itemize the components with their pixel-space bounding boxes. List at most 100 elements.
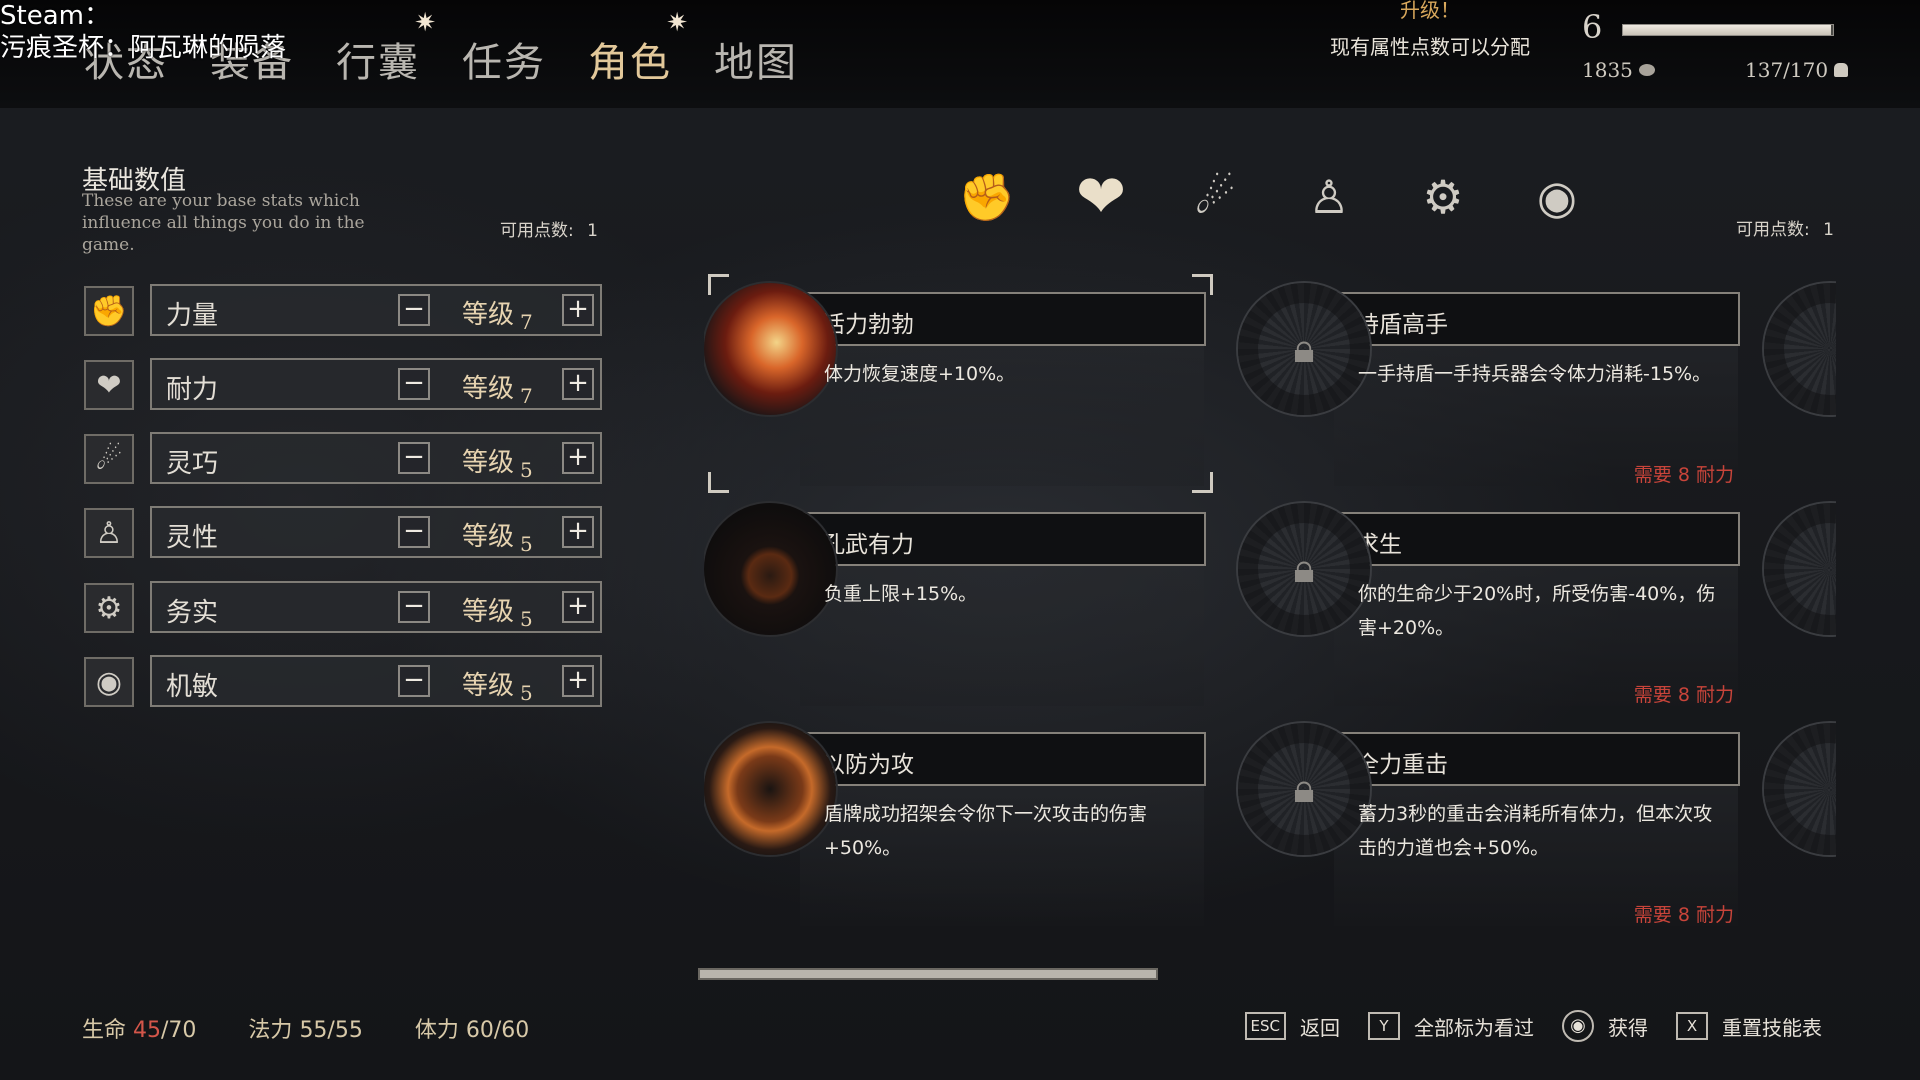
meditate-icon: ♙ <box>84 508 134 558</box>
skill-orb: 🔒︎ <box>1238 283 1370 415</box>
tab-inventory[interactable]: 行囊 ✷ <box>336 8 436 88</box>
stat-decrease-button[interactable]: − <box>398 294 430 326</box>
selection-corner <box>1192 472 1213 493</box>
stat-decrease-button[interactable]: − <box>398 665 430 697</box>
skill-orb <box>704 283 836 415</box>
skill-card[interactable]: 以防为攻 盾牌成功招架会令你下一次攻击的伤害+50%。 <box>704 723 1206 926</box>
stat-increase-button[interactable]: + <box>562 294 594 326</box>
stat-level-value: 7 <box>520 310 533 334</box>
heart-shield-icon[interactable]: ❤ <box>1064 160 1138 234</box>
eye-icon: ◉ <box>84 657 134 707</box>
meditate-icon[interactable]: ♙ <box>1292 160 1366 234</box>
stat-increase-button[interactable]: + <box>562 368 594 400</box>
hint-label[interactable]: 重置技能表 <box>1722 1012 1822 1041</box>
tab-map[interactable]: 地图 <box>714 30 798 88</box>
tab-character[interactable]: 角色 ✷ <box>588 8 688 88</box>
stat-box: 灵性 − 等级 5 + <box>150 506 602 558</box>
skill-header: 活力勃勃 <box>800 292 1206 346</box>
skills-horizontal-scrollbar[interactable] <box>698 968 1158 980</box>
skill-category-row: ✊ ❤ ☄ ♙ ⚙ ◉ <box>950 160 1594 234</box>
stat-name: 灵性 <box>166 523 219 553</box>
lock-icon: 🔒︎ <box>1293 546 1315 592</box>
stat-increase-button[interactable]: + <box>562 442 594 474</box>
stat-box: 机敏 − 等级 5 + <box>150 655 602 707</box>
skill-orb-offscreen <box>1764 503 1836 635</box>
coin-icon <box>1638 64 1655 76</box>
stat-box: 灵巧 − 等级 5 + <box>150 432 602 484</box>
available-points-label: 可用点数: <box>500 221 574 241</box>
stat-level: 等级 7 <box>462 374 533 408</box>
skill-card[interactable]: 孔武有力 负重上限+15%。 <box>704 503 1206 723</box>
stat-level: 等级 5 <box>462 448 533 482</box>
stat-increase-button[interactable]: + <box>562 591 594 623</box>
stat-row: ☄ 灵巧 − 等级 5 + <box>84 432 604 486</box>
hint-label[interactable]: 全部标为看过 <box>1414 1012 1534 1041</box>
skill-header: 全力重击 <box>1334 732 1740 786</box>
gear-icon[interactable]: ⚙ <box>1406 160 1480 234</box>
stat-level: 等级 7 <box>462 300 533 334</box>
skill-card[interactable]: 活力勃勃 体力恢复速度+10%。 <box>704 283 1206 503</box>
stat-level-value: 5 <box>520 681 533 705</box>
stat-increase-button[interactable]: + <box>562 665 594 697</box>
gold-amount: 1835 <box>1582 58 1633 82</box>
stat-row: ✊ 力量 − 等级 7 + <box>84 284 604 338</box>
skill-orb: 🔒︎ <box>1238 723 1370 855</box>
stat-level: 等级 5 <box>462 597 533 631</box>
skill-requirement: 需要 8 耐力 <box>1633 464 1734 486</box>
level-up-message: 现有属性点数可以分配 <box>1330 35 1530 59</box>
skill-card[interactable]: 全力重击 🔒︎ 蓄力3秒的重击会消耗所有体力，但本次攻击的力道也会+50%。需要 8… <box>1238 723 1740 926</box>
skill-name: 活力勃勃 <box>822 312 914 338</box>
selection-corner <box>708 472 729 493</box>
skill-orb-offscreen <box>1764 723 1836 855</box>
xp-bar <box>1622 24 1834 36</box>
skill-description: 蓄力3秒的重击会消耗所有体力，但本次攻击的力道也会+50%。 <box>1358 803 1713 859</box>
lock-icon: 🔒︎ <box>1293 766 1315 812</box>
skill-card[interactable]: 持盾高手 🔒︎ 一手持盾一手持兵器会令体力消耗-15%。 需要 8 耐力 <box>1238 283 1740 503</box>
hp-max: /70 <box>161 1018 197 1043</box>
vitals-bar: 生命 45/70 法力 55/55 体力 60/60 <box>82 1012 529 1044</box>
available-points-label: 可用点数: <box>1736 220 1810 240</box>
skill-header: 孔武有力 <box>800 512 1206 566</box>
stat-level: 等级 5 <box>462 671 533 705</box>
stat-decrease-button[interactable]: − <box>398 591 430 623</box>
base-stats-description: These are your base stats which influenc… <box>82 191 365 255</box>
skill-orb <box>704 723 836 855</box>
stat-decrease-button[interactable]: − <box>398 442 430 474</box>
selection-corner <box>708 274 729 295</box>
acrobat-icon: ☄ <box>84 434 134 484</box>
stat-decrease-button[interactable]: − <box>398 516 430 548</box>
player-level: 6 <box>1582 8 1603 46</box>
steam-overlay: Steam： 污痕圣杯：阿瓦琳的陨落 <box>0 0 286 64</box>
hint-key: X <box>1676 1012 1708 1040</box>
stat-increase-button[interactable]: + <box>562 516 594 548</box>
eye-icon[interactable]: ◉ <box>1520 160 1594 234</box>
weight-display: 137/170 <box>1745 58 1849 82</box>
skill-requirement: 需要 8 耐力 <box>1633 904 1734 926</box>
selection-corner <box>1192 274 1213 295</box>
stat-level-value: 7 <box>520 384 533 408</box>
hint-key: ◉ <box>1562 1010 1594 1042</box>
mp-display: 法力 55/55 <box>248 1018 363 1043</box>
skill-card[interactable]: 求生 🔒︎ 你的生命少于20%时，所受伤害-40%，伤害+20%。 需要 8 耐力 <box>1238 503 1740 723</box>
xp-bar-fill <box>1623 25 1831 35</box>
fist-icon: ✊ <box>84 286 134 336</box>
hint-label[interactable]: 返回 <box>1300 1012 1340 1041</box>
stat-name: 务实 <box>166 598 219 628</box>
skill-orb: 🔒︎ <box>1238 503 1370 635</box>
tab-quests[interactable]: 任务 <box>462 30 546 88</box>
weight-bag-icon <box>1834 63 1849 77</box>
acrobat-icon[interactable]: ☄ <box>1178 160 1252 234</box>
hint-label[interactable]: 获得 <box>1608 1012 1648 1041</box>
fist-icon[interactable]: ✊ <box>950 160 1024 234</box>
stat-level-value: 5 <box>520 607 533 631</box>
stat-level-value: 5 <box>520 458 533 482</box>
skills-available-points: 可用点数: 1 <box>1736 215 1834 240</box>
stat-decrease-button[interactable]: − <box>398 368 430 400</box>
steam-overlay-line1: Steam： <box>0 1 110 31</box>
skill-header: 求生 <box>1334 512 1740 566</box>
steam-overlay-line2: 污痕圣杯：阿瓦琳的陨落 <box>0 33 287 63</box>
skill-requirement: 需要 8 耐力 <box>1633 684 1734 706</box>
new-star-icon: ✷ <box>666 8 690 38</box>
skill-orb <box>704 503 836 635</box>
skill-description: 盾牌成功招架会令你下一次攻击的伤害+50%。 <box>824 803 1148 859</box>
